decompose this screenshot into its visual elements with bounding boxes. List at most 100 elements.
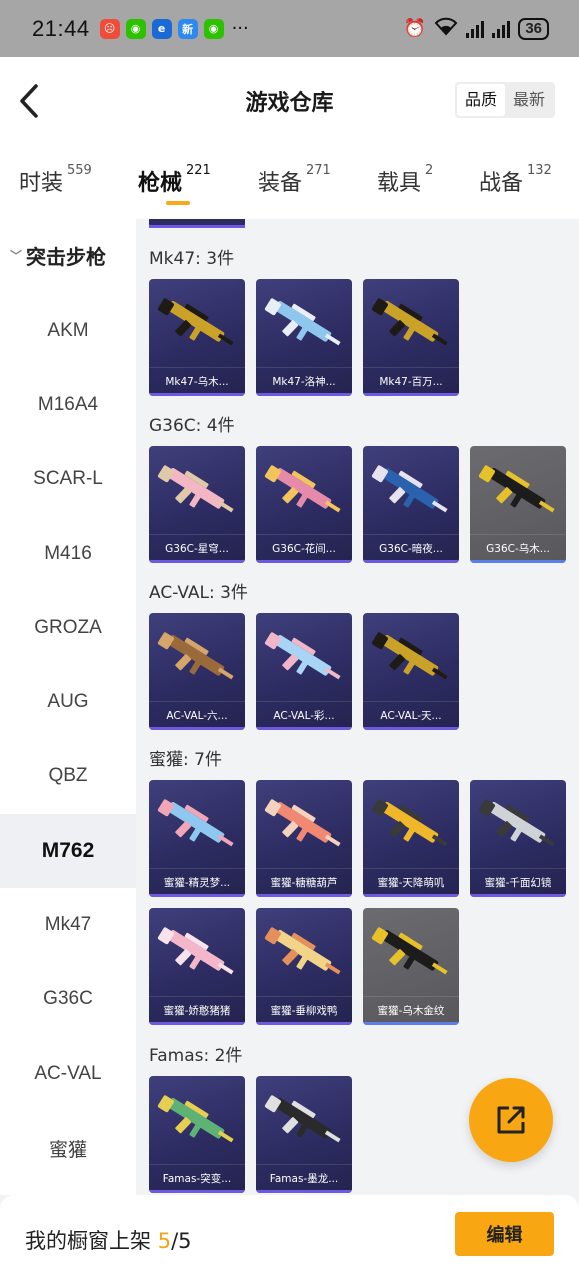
sidebar-item-m762[interactable]: M762 — [0, 814, 136, 888]
sidebar-item-m416[interactable]: M416 — [0, 517, 136, 591]
weapon-card[interactable]: Famas-墨龙... — [256, 1076, 352, 1193]
header: 游戏仓库 品质 最新 — [0, 57, 579, 147]
wechat-icon: ◉ — [125, 18, 146, 39]
sidebar-item-g36c[interactable]: G36C — [0, 962, 136, 1036]
sidebar-item-akm[interactable]: AKM — [0, 294, 136, 368]
weapon-card[interactable]: 蜜獾-天降萌叽 — [363, 780, 459, 897]
sidebar-item-groza[interactable]: GROZA — [0, 591, 136, 665]
tab-supplies[interactable]: 战备132 — [479, 163, 552, 197]
sidebar-group-label: 突击步枪 — [26, 245, 107, 269]
weapon-card[interactable]: G36C-花间... — [256, 446, 352, 563]
weapon-card-label: Mk47-乌木... — [165, 376, 229, 388]
section-title: AC-VAL: 3件 — [149, 583, 248, 603]
weapon-card-label: AC-VAL-六... — [166, 710, 228, 722]
weapon-card[interactable]: Mk47-洛神... — [256, 279, 352, 396]
weapon-card[interactable]: 蜜獾-糖糖葫芦 — [256, 780, 352, 897]
weapon-card[interactable]: AC-VAL-六... — [149, 613, 245, 730]
weapon-card-label: AC-VAL-彩... — [273, 710, 335, 722]
weapon-skin-image — [264, 632, 341, 680]
tab-vehicles[interactable]: 载具2 — [377, 163, 434, 197]
weapon-card[interactable]: 蜜獾-垂柳戏鸭 — [256, 908, 352, 1025]
weapon-skin-image — [371, 799, 448, 847]
sidebar-item-honey-badger[interactable]: 蜜獾 — [0, 1111, 136, 1185]
weapon-skin-image — [371, 465, 448, 513]
weapon-card-label: 蜜獾-乌木金纹 — [377, 1005, 445, 1017]
weapon-card-label: Famas-墨龙... — [269, 1173, 339, 1185]
more-notifications-icon: ··· — [231, 18, 249, 39]
weapon-skin-image — [264, 1095, 341, 1143]
sidebar-item-mk47[interactable]: Mk47 — [0, 888, 136, 962]
weapon-card[interactable]: 蜜獾-乌木金纹 — [363, 908, 459, 1025]
sidebar-item-aug[interactable]: AUG — [0, 665, 136, 739]
tab-count: 271 — [306, 163, 331, 178]
weapon-card[interactable]: 蜜獾-娇憨猪猪 — [149, 908, 245, 1025]
weapon-card[interactable]: 蜜獾-千面幻镜 — [470, 780, 566, 897]
weapon-card[interactable]: Mk47-乌木... — [149, 279, 245, 396]
tab-label: 时装 — [19, 171, 64, 196]
weapon-skin-image — [478, 799, 555, 847]
weapon-grid: Mk47: 3件 Mk47-乌木... Mk47-洛神... Mk47-百万..… — [136, 219, 579, 1195]
sidebar-item-ac-val[interactable]: AC-VAL — [0, 1037, 136, 1111]
tab-label: 装备 — [258, 171, 303, 196]
weapon-card-label: 蜜獾-天降萌叽 — [377, 877, 445, 889]
status-bar: 21:44 ☹ ◉ e 新 ◉ ··· ⏰ 36 — [0, 0, 579, 57]
showcase-total: 5 — [178, 1229, 192, 1253]
tab-count: 221 — [186, 163, 211, 178]
section-title: Mk47: 3件 — [149, 249, 235, 269]
battery-icon: 36 — [518, 17, 549, 40]
showcase-count: 5 — [157, 1229, 172, 1253]
weapon-card-label: Famas-突变... — [162, 1173, 232, 1185]
weapon-card[interactable]: AC-VAL-彩... — [256, 613, 352, 730]
sort-newest-option[interactable]: 最新 — [505, 84, 553, 116]
weapon-skin-image — [264, 799, 341, 847]
signal-icon — [466, 20, 485, 38]
wechat-icon: ◉ — [203, 18, 224, 39]
sidebar-item-m16a4[interactable]: M16A4 — [0, 368, 136, 442]
showcase-bar: 我的橱窗上架 5/5 编辑 — [0, 1195, 579, 1280]
sort-toggle: 品质 最新 — [454, 82, 555, 118]
weapon-card-label: Mk47-洛神... — [272, 376, 336, 388]
weapon-skin-image — [157, 632, 234, 680]
sidebar-item-qbz[interactable]: QBZ — [0, 739, 136, 813]
weapon-card[interactable]: 蜜獾-精灵梦... — [149, 780, 245, 897]
weapon-skin-image — [157, 298, 234, 346]
showcase-status: 我的橱窗上架 5/5 — [25, 1225, 192, 1255]
tab-label: 枪械 — [138, 171, 183, 196]
tab-guns[interactable]: 枪械221 — [138, 163, 211, 197]
weapon-card[interactable]: Mk47-百万... — [363, 279, 459, 396]
partial-card[interactable] — [149, 219, 245, 228]
tab-equipment[interactable]: 装备271 — [258, 163, 331, 197]
weapon-card[interactable]: AC-VAL-天... — [363, 613, 459, 730]
weapon-skin-image — [157, 465, 234, 513]
tab-count: 132 — [527, 163, 552, 178]
weapon-sidebar: ﹀ 突击步枪 AKM M16A4 SCAR-L M416 GROZA AUG Q… — [0, 219, 136, 1195]
weapon-card-label: G36C-乌木... — [486, 543, 550, 555]
section-title: G36C: 4件 — [149, 416, 235, 436]
alarm-icon: ⏰ — [403, 18, 427, 39]
weapon-card[interactable]: G36C-星穹... — [149, 446, 245, 563]
share-button[interactable] — [469, 1078, 553, 1162]
weapon-skin-image — [264, 298, 341, 346]
weapon-skin-image — [264, 465, 341, 513]
tab-fashion[interactable]: 时装559 — [19, 163, 92, 197]
weapon-skin-image — [157, 799, 234, 847]
edit-button[interactable]: 编辑 — [455, 1212, 554, 1256]
tab-count: 2 — [425, 163, 434, 178]
weapon-skin-image — [478, 465, 555, 513]
weapon-card-label: 蜜獾-娇憨猪猪 — [163, 1005, 231, 1017]
sidebar-group-header[interactable]: ﹀ 突击步枪 — [10, 241, 106, 270]
sort-quality-option[interactable]: 品质 — [456, 84, 505, 116]
sidebar-item-scar-l[interactable]: SCAR-L — [0, 442, 136, 516]
weapon-card-label: 蜜獾-精灵梦... — [163, 877, 231, 889]
weapon-card-label: G36C-暗夜... — [379, 543, 443, 555]
weapon-card[interactable]: G36C-乌木... — [470, 446, 566, 563]
tab-label: 战备 — [479, 171, 524, 196]
weapon-card-label: G36C-花间... — [272, 543, 336, 555]
active-tab-indicator — [166, 201, 190, 205]
weapon-card[interactable]: Famas-突变... — [149, 1076, 245, 1193]
section-title: 蜜獾: 7件 — [149, 750, 222, 770]
tab-count: 559 — [67, 163, 92, 178]
news-app-icon: 新 — [177, 18, 198, 39]
weapon-card[interactable]: G36C-暗夜... — [363, 446, 459, 563]
weapon-skin-image — [371, 632, 448, 680]
